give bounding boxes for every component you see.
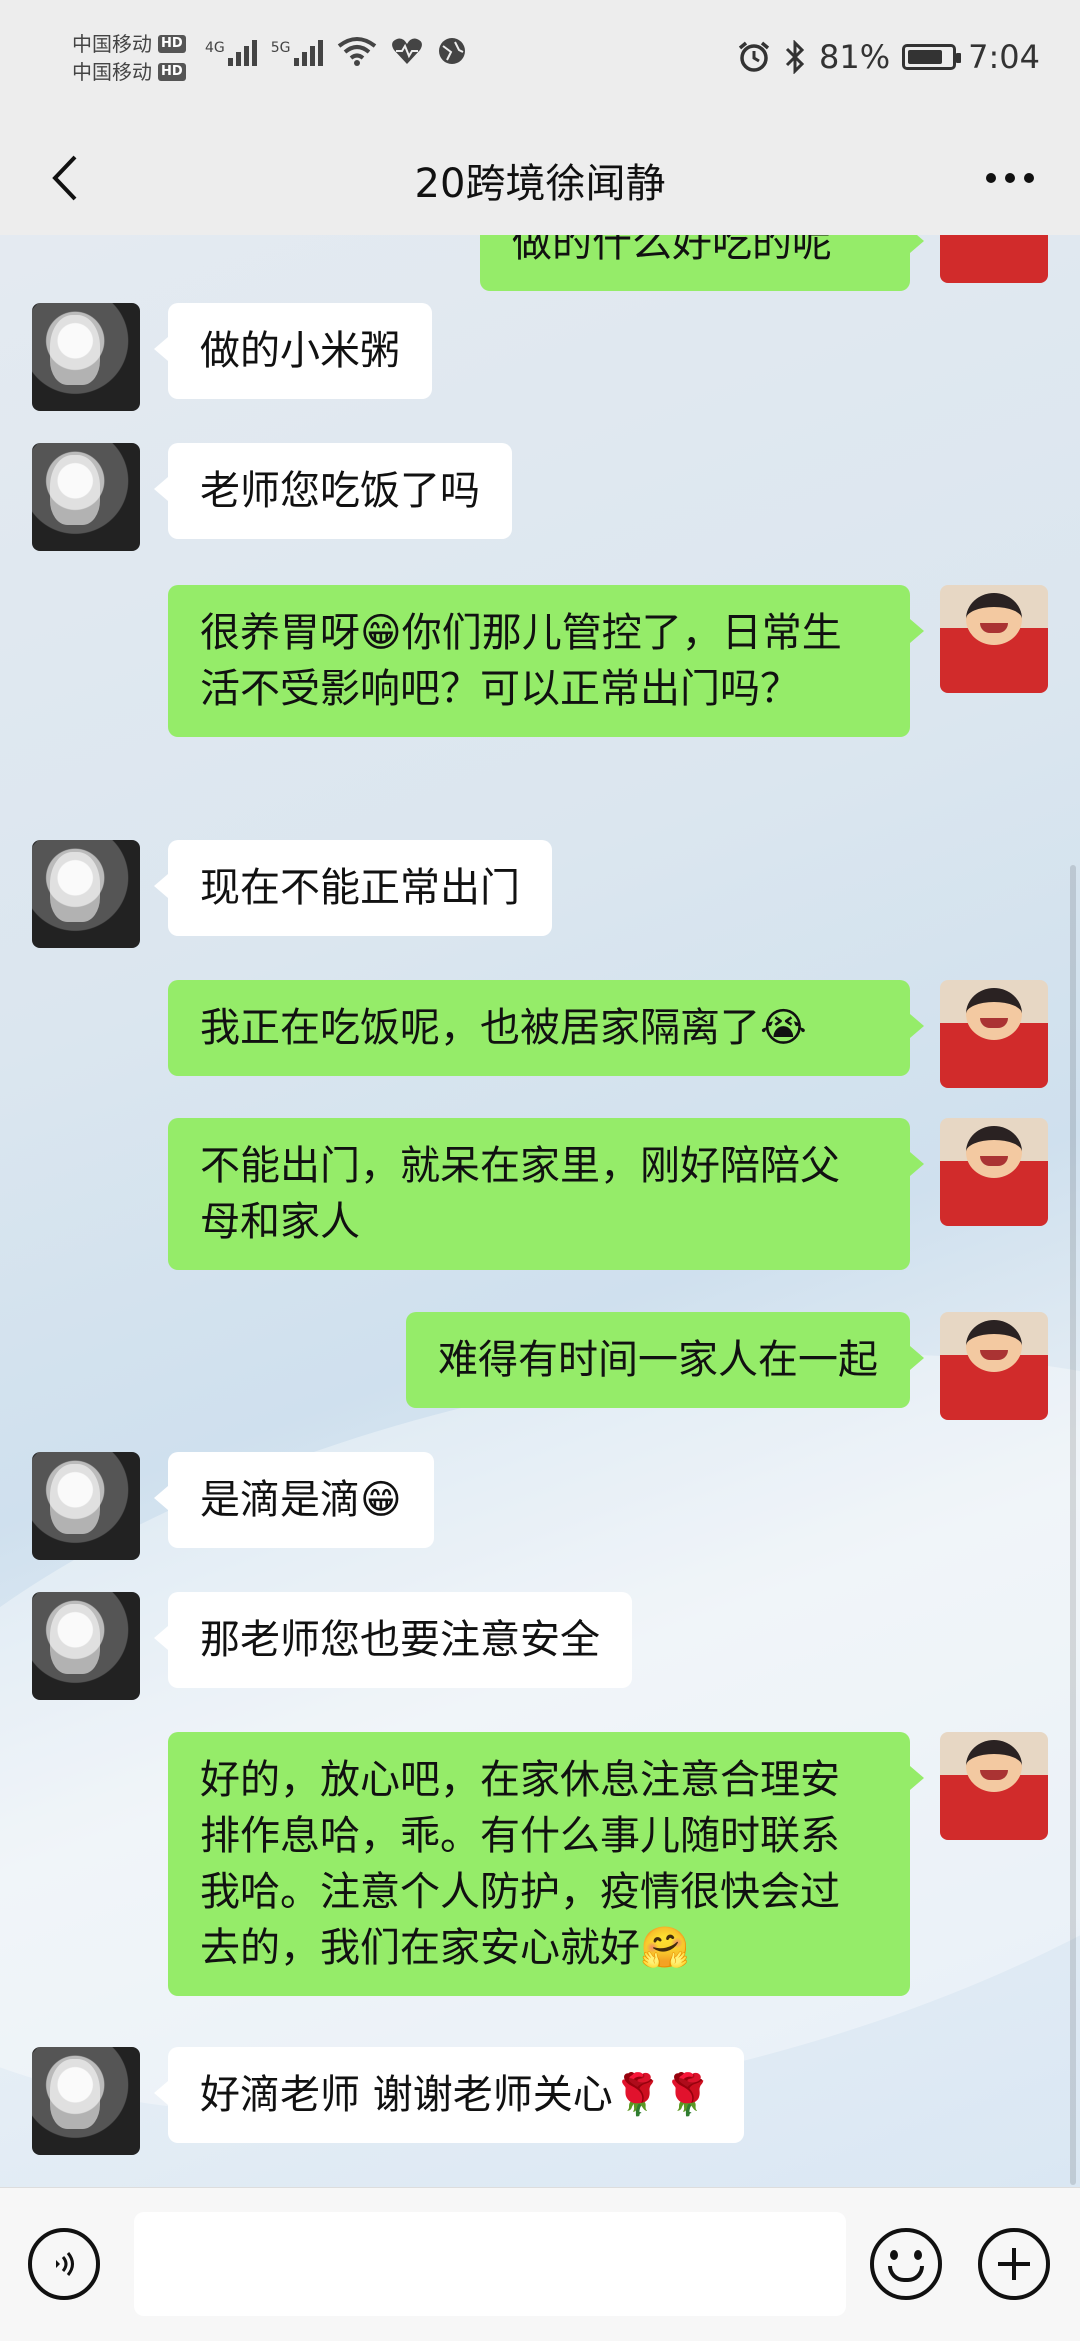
carrier-2: 中国移动 <box>72 60 152 84</box>
network-type-2: 5G <box>270 40 291 56</box>
back-button[interactable] <box>30 143 100 213</box>
status-right: 81% 7:04 <box>737 38 1040 76</box>
alarm-icon <box>738 41 770 72</box>
message-bubble-outgoing[interactable]: 很养胃呀😁你们那儿管控了，日常生活不受影响吧？可以正常出门吗？ <box>168 585 924 737</box>
heart-rate-icon <box>391 38 422 64</box>
battery-fill <box>908 50 943 64</box>
clock-time: 7:04 <box>968 38 1040 76</box>
my-avatar[interactable] <box>940 1312 1048 1420</box>
my-avatar[interactable] <box>940 585 1048 693</box>
message-bubble-incoming[interactable]: 好滴老师 谢谢老师关心🌹🌹 <box>153 2047 745 2143</box>
voice-button[interactable] <box>28 2228 100 2300</box>
input-bar <box>0 2187 1080 2341</box>
contact-avatar[interactable] <box>32 1452 140 1560</box>
battery-icon <box>902 44 962 70</box>
plus-icon[interactable] <box>978 2228 1050 2300</box>
message-bubble-incoming[interactable]: 做的小米粥 <box>154 303 432 399</box>
more-options-button[interactable] <box>965 143 1055 213</box>
message-bubble-outgoing[interactable]: 好的，放心吧，在家休息注意合理安排作息哈，乖。有什么事儿随时联系我哈。注意个人防… <box>168 1732 924 1996</box>
carrier-1: 中国移动 <box>72 32 152 56</box>
my-avatar[interactable] <box>940 235 1048 283</box>
hd-badge: HD <box>158 35 186 53</box>
message-bubble-outgoing[interactable]: 我正在吃饭呢，也被居家隔离了😭 <box>168 980 924 1076</box>
contact-avatar[interactable] <box>32 2047 140 2155</box>
globe-icon <box>438 38 465 64</box>
message-bubble-incoming[interactable]: 现在不能正常出门 <box>154 840 552 936</box>
message-list[interactable]: 做的什么好吃的呢 做的小米粥 老师您吃饭了吗 很养胃呀😁你们那儿管控了，日常生活… <box>0 235 1080 2187</box>
message-bubble-incoming[interactable]: 老师您吃饭了吗 <box>154 443 512 539</box>
chevron-left-icon <box>52 155 77 201</box>
message-bubble-outgoing[interactable]: 做的什么好吃的呢 <box>480 235 924 291</box>
message-input[interactable] <box>134 2212 846 2316</box>
my-avatar[interactable] <box>940 1118 1048 1226</box>
voice-icon <box>56 2252 74 2276</box>
more-dots-icon <box>986 173 1034 183</box>
message-bubble-incoming[interactable]: 那老师您也要注意安全 <box>154 1592 632 1688</box>
message-bubble-outgoing[interactable]: 不能出门，就呆在家里，刚好陪陪父母和家人 <box>168 1118 924 1270</box>
contact-avatar[interactable] <box>32 303 140 411</box>
battery-percent: 81% <box>819 38 891 76</box>
emoji-icon[interactable] <box>870 2228 942 2300</box>
signal-icons: 4G 5G <box>205 36 467 66</box>
signal-bars-icon: 4G <box>205 40 257 66</box>
contact-avatar[interactable] <box>32 840 140 948</box>
wifi-icon <box>337 37 376 66</box>
scrollbar[interactable] <box>1070 865 1076 2185</box>
plus-glyph <box>998 2248 1030 2280</box>
status-bar: 中国移动 HD 中国移动 HD 4G 5G 81% 7:04 <box>0 0 1080 125</box>
network-type-1: 4G <box>205 40 225 56</box>
contact-avatar[interactable] <box>32 443 140 551</box>
message-bubble-incoming[interactable]: 是滴是滴😁 <box>154 1452 434 1548</box>
contact-avatar[interactable] <box>32 1592 140 1700</box>
my-avatar[interactable] <box>940 980 1048 1088</box>
bluetooth-icon <box>785 40 805 74</box>
message-bubble-outgoing[interactable]: 难得有时间一家人在一起 <box>406 1312 924 1408</box>
signal-bars-icon: 5G <box>271 40 323 66</box>
chat-title: 20跨境徐闻静 <box>414 161 666 207</box>
my-avatar[interactable] <box>940 1732 1048 1840</box>
chat-header: 20跨境徐闻静 <box>0 125 1080 235</box>
hd-badge: HD <box>158 63 186 81</box>
carrier-info: 中国移动 HD 中国移动 HD <box>72 30 186 86</box>
